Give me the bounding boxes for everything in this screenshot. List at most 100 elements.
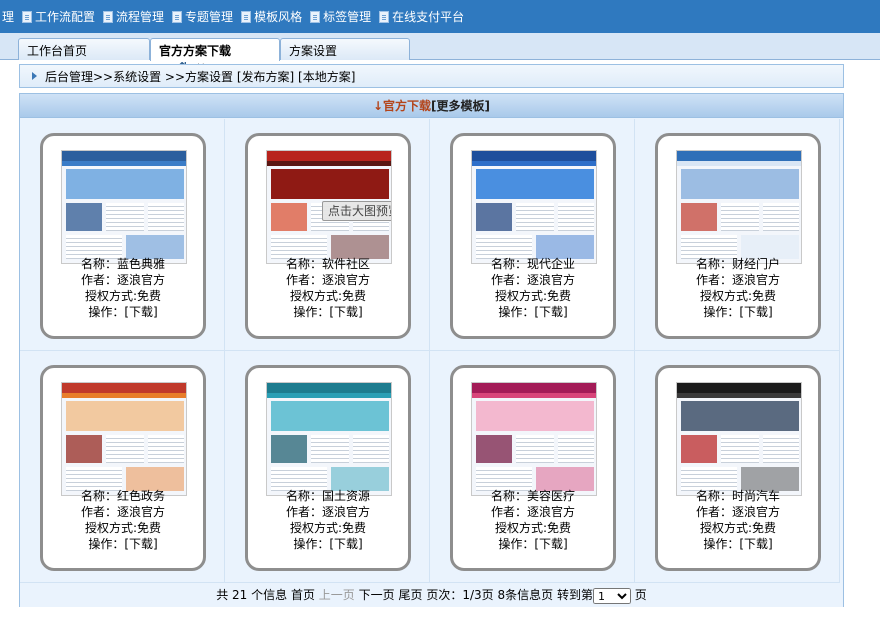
tab-label: 方案设置 <box>289 44 338 58</box>
pager-last[interactable]: 尾页 <box>398 588 422 602</box>
template-author: 作者：逐浪官方 <box>285 273 370 287</box>
template-thumbnail[interactable] <box>61 150 187 264</box>
page-select[interactable]: 1 <box>592 587 631 604</box>
thumbnail-decoration <box>476 435 512 463</box>
thumbnail-decoration <box>271 169 389 199</box>
template-download-link[interactable]: 操作：[下载] <box>248 536 408 552</box>
template-card: 名称：红色政务 作者：逐浪官方 授权方式:免费 操作：[下载] <box>40 365 206 571</box>
menu-item-4[interactable]: 模板风格 <box>241 8 302 25</box>
thumbnail-decoration <box>267 151 391 161</box>
panel-header: ↓官方下载[更多模板] <box>20 94 843 118</box>
template-thumbnail[interactable]: 点击大图预览 <box>266 150 392 264</box>
template-info: 名称：国土资源 作者：逐浪官方 授权方式:免费 操作：[下载] <box>248 488 408 552</box>
template-download-link[interactable]: 操作：[下载] <box>658 536 818 552</box>
template-license: 授权方式:免费 <box>699 521 777 535</box>
template-license: 授权方式:免费 <box>84 521 162 535</box>
thumbnail-decoration <box>148 435 184 463</box>
pager-prev: 上一页 <box>318 588 355 602</box>
pager-page-suffix: 页 <box>634 588 647 602</box>
breadcrumb-text[interactable]: 后台管理>>系统设置 >>方案设置 [发布方案] [本地方案] <box>45 68 355 85</box>
template-card: 名称：财经门户 作者：逐浪官方 授权方式:免费 操作：[下载] <box>655 133 821 339</box>
document-icon <box>103 10 114 23</box>
thumbnail-decoration <box>681 401 799 431</box>
template-download-link[interactable]: 操作：[下载] <box>248 304 408 320</box>
menu-item-1[interactable]: 工作流配置 <box>22 8 95 25</box>
template-author: 作者：逐浪官方 <box>80 505 165 519</box>
template-name: 名称：时尚汽车 <box>695 489 780 503</box>
template-name: 名称：软件社区 <box>285 257 370 271</box>
thumbnail-decoration <box>472 393 596 398</box>
thumbnail-decoration <box>516 435 554 463</box>
breadcrumb: 后台管理>>系统设置 >>方案设置 [发布方案] [本地方案] <box>19 64 844 88</box>
template-author: 作者：逐浪官方 <box>695 273 780 287</box>
thumbnail-decoration <box>311 435 349 463</box>
menu-item-3[interactable]: 专题管理 <box>172 8 233 25</box>
template-cell: 点击大图预览名称：软件社区作者：逐浪官方授权方式:免费操作：[下载] <box>225 119 430 351</box>
thumbnail-decoration <box>62 151 186 161</box>
template-name: 名称：美容医疗 <box>490 489 575 503</box>
template-thumbnail[interactable] <box>676 382 802 496</box>
thumbnail-decoration <box>66 435 102 463</box>
pager-next[interactable]: 下一页 <box>359 588 395 602</box>
official-download-link[interactable]: ↓官方下载 <box>373 99 431 113</box>
tab-scheme-settings[interactable]: 方案设置 <box>280 38 410 60</box>
thumbnail-decoration <box>721 435 759 463</box>
template-author: 作者：逐浪官方 <box>490 505 575 519</box>
template-cell: 名称：红色政务 作者：逐浪官方 授权方式:免费 操作：[下载] <box>20 351 225 583</box>
template-download-link[interactable]: 操作：[下载] <box>453 536 613 552</box>
thumbnail-decoration <box>62 393 186 398</box>
template-thumbnail[interactable] <box>266 382 392 496</box>
tab-workbench-home[interactable]: 工作台首页 <box>18 38 150 60</box>
thumbnail-decoration <box>267 383 391 393</box>
thumbnail-decoration <box>763 435 799 463</box>
template-license: 授权方式:免费 <box>84 289 162 303</box>
template-info: 名称：蓝色典雅 作者：逐浪官方 授权方式:免费 操作：[下载] <box>43 256 203 320</box>
menu-item-2[interactable]: 流程管理 <box>103 8 164 25</box>
template-panel: ↓官方下载[更多模板] 名称：蓝色典雅 作者：逐浪官方 授权方式:免费 操作：[下载]… <box>19 93 844 607</box>
template-cell: 名称：蓝色典雅 作者：逐浪官方 授权方式:免费 操作：[下载] <box>20 119 225 351</box>
tab-label: 官方方案下载 <box>159 44 232 58</box>
template-name: 名称：现代企业 <box>490 257 575 271</box>
template-thumbnail[interactable] <box>471 382 597 496</box>
template-info: 名称：美容医疗 作者：逐浪官方 授权方式:免费 操作：[下载] <box>453 488 613 552</box>
template-cell: 名称：国土资源 作者：逐浪官方 授权方式:免费 操作：[下载] <box>225 351 430 583</box>
pager: 共 21 个信息 首页 上一页 下一页 尾页 页次：1/3页 8条信息页 转到第… <box>20 583 843 607</box>
thumbnail-decoration <box>106 435 144 463</box>
menu-item-5[interactable]: 标签管理 <box>310 8 371 25</box>
menu-item-6[interactable]: 在线支付平台 <box>379 8 464 25</box>
more-templates-link[interactable]: [更多模板] <box>431 99 490 113</box>
thumbnail-decoration <box>677 161 801 166</box>
tab-official-download[interactable]: 官方方案下载⇅× <box>150 38 280 73</box>
template-download-link[interactable]: 操作：[下载] <box>453 304 613 320</box>
template-download-link[interactable]: 操作：[下载] <box>43 304 203 320</box>
template-download-link[interactable]: 操作：[下载] <box>43 536 203 552</box>
thumbnail-decoration <box>271 435 307 463</box>
template-card: 名称：时尚汽车 作者：逐浪官方 授权方式:免费 操作：[下载] <box>655 365 821 571</box>
menu-item-label: 模板风格 <box>254 10 303 24</box>
template-author: 作者：逐浪官方 <box>695 505 780 519</box>
template-thumbnail[interactable] <box>61 382 187 496</box>
thumbnail-decoration <box>681 435 717 463</box>
template-name: 名称：红色政务 <box>80 489 165 503</box>
thumbnail-decoration <box>681 203 717 231</box>
thumbnail-decoration <box>271 203 307 231</box>
thumbnail-decoration <box>677 151 801 161</box>
thumbnail-decoration <box>476 169 594 199</box>
thumbnail-decoration <box>677 383 801 393</box>
thumbnail-decoration <box>763 203 799 231</box>
tab-bar: 工作台首页 官方方案下载⇅× 方案设置 <box>0 33 880 73</box>
pager-first[interactable]: 首页 <box>291 588 315 602</box>
template-thumbnail[interactable] <box>676 150 802 264</box>
top-menu: 理 工作流配置 流程管理 专题管理 模板风格 标签管理 在线支付平台 <box>0 0 880 33</box>
thumbnail-decoration <box>516 203 554 231</box>
document-icon <box>172 10 183 23</box>
pager-total: 共 21 个信息 <box>216 588 288 602</box>
thumbnail-decoration <box>353 435 389 463</box>
template-download-link[interactable]: 操作：[下载] <box>658 304 818 320</box>
template-name: 名称：蓝色典雅 <box>80 257 165 271</box>
menu-item-label: 专题管理 <box>185 10 234 24</box>
preview-tooltip: 点击大图预览 <box>322 201 391 221</box>
thumbnail-decoration <box>472 161 596 166</box>
menu-item-0[interactable]: 理 <box>2 8 14 25</box>
template-thumbnail[interactable] <box>471 150 597 264</box>
